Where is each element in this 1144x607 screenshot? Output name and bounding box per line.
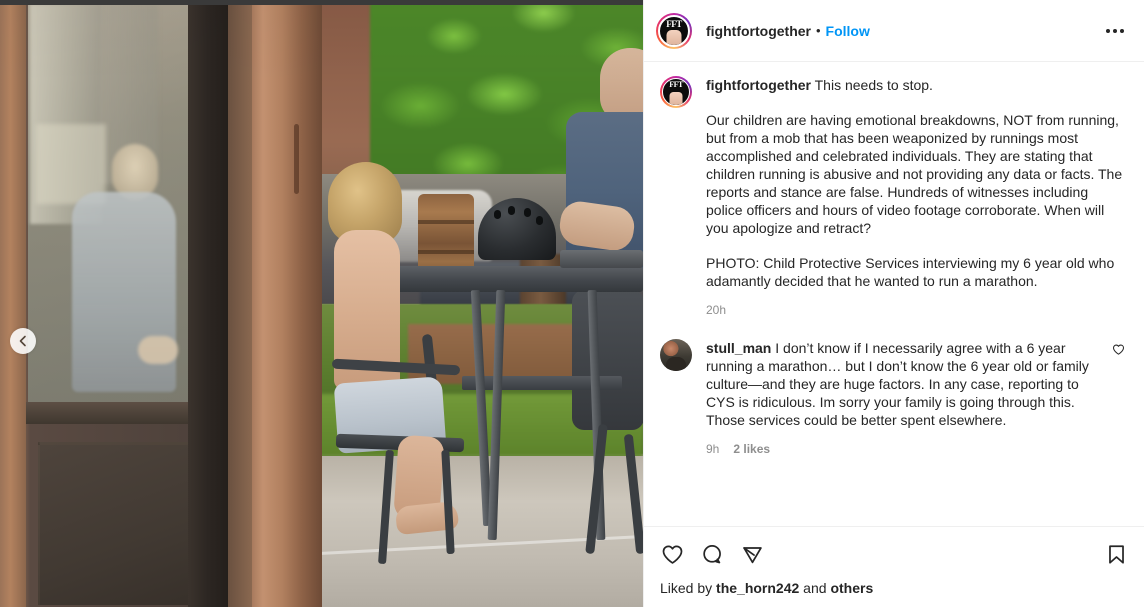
avatar-initials: FFT xyxy=(666,18,682,29)
author-row: fightfortogether • Follow xyxy=(706,23,1102,39)
media-top-strip xyxy=(0,0,643,5)
post-photo xyxy=(0,4,643,607)
liked-by-others[interactable]: others xyxy=(830,580,873,596)
caption-timestamp: 20h xyxy=(706,303,727,317)
speech-bubble-icon xyxy=(702,544,721,563)
caption-first-line: This needs to stop. xyxy=(814,77,933,93)
comment-like-button[interactable] xyxy=(1112,339,1128,458)
more-options-button[interactable] xyxy=(1102,18,1128,44)
post-caption: FFT fightfortogether This needs to stop.… xyxy=(660,76,1128,319)
photo-door-edge-lit xyxy=(228,4,252,607)
follow-button[interactable]: Follow xyxy=(826,23,870,39)
photo-adult-head xyxy=(600,48,643,122)
photo-adult-leg xyxy=(572,290,643,430)
save-button[interactable] xyxy=(1104,542,1128,566)
action-left-group xyxy=(660,542,1104,566)
dot xyxy=(1120,28,1124,33)
liked-by-middle: and xyxy=(799,580,831,596)
comments-scroll-area[interactable]: FFT fightfortogether This needs to stop.… xyxy=(644,62,1144,526)
heart-icon xyxy=(662,544,682,564)
caption-paragraph-2: Our children are having emotional breakd… xyxy=(706,112,1123,236)
comment-meta: 9h 2 likes xyxy=(706,440,1102,458)
liked-by-prefix: Liked by xyxy=(660,580,717,596)
caption-text-block: fightfortogether This needs to stop. Our… xyxy=(706,76,1128,319)
liked-by-username[interactable]: the_horn242 xyxy=(716,580,799,596)
caption-paragraph-3: PHOTO: Child Protective Services intervi… xyxy=(706,255,1115,289)
paper-plane-icon xyxy=(742,546,762,563)
separator-dot: • xyxy=(815,23,821,38)
photo-woman-through-glass xyxy=(60,144,178,394)
author-avatar[interactable]: FFT xyxy=(656,12,692,49)
share-button[interactable] xyxy=(740,542,764,566)
caption-paragraph-1: fightfortogether This needs to stop. xyxy=(706,76,1128,94)
dot xyxy=(1113,28,1117,33)
comment-likes-count[interactable]: 2 likes xyxy=(733,440,770,458)
post-actions: Liked by the_horn242 and others xyxy=(644,526,1144,607)
dot xyxy=(1106,28,1110,33)
liked-by-text: Liked by the_horn242 and others xyxy=(660,571,1128,607)
previous-media-button[interactable] xyxy=(10,328,36,354)
like-button[interactable] xyxy=(660,542,684,566)
post-details-panel: FFT fightfortogether • Follow FFT fightf… xyxy=(643,0,1144,607)
action-icon-row xyxy=(660,537,1128,571)
fist-icon xyxy=(666,29,682,45)
heart-icon xyxy=(1113,344,1124,355)
avatar-initials: FFT xyxy=(669,80,683,89)
comment-button[interactable] xyxy=(700,542,724,566)
post-media[interactable] xyxy=(0,0,643,607)
caption-meta: 20h xyxy=(706,301,1128,319)
author-username[interactable]: fightfortogether xyxy=(706,23,811,39)
bookmark-icon xyxy=(1108,544,1124,564)
comment-body: stull_man I don’t know if I necessarily … xyxy=(706,339,1102,429)
photo-door-frame xyxy=(250,4,322,607)
commenter-avatar[interactable] xyxy=(660,339,692,371)
photo-woman-hand xyxy=(138,336,178,364)
comment-text-block: stull_man I don’t know if I necessarily … xyxy=(706,339,1102,458)
fist-icon xyxy=(669,92,683,105)
caption-author-avatar[interactable]: FFT xyxy=(660,76,692,108)
photo-table-objects xyxy=(560,250,643,268)
photo-patio-table xyxy=(392,266,643,292)
caption-author-username[interactable]: fightfortogether xyxy=(706,77,811,93)
post-header: FFT fightfortogether • Follow xyxy=(644,0,1144,62)
comment-timestamp: 9h xyxy=(706,442,720,456)
commenter-username[interactable]: stull_man xyxy=(706,340,771,356)
photo-door-stile xyxy=(0,4,26,607)
chevron-left-icon xyxy=(19,335,26,347)
instagram-post: FFT fightfortogether • Follow FFT fightf… xyxy=(0,0,1144,607)
comment-item: stull_man I don’t know if I necessarily … xyxy=(660,339,1128,458)
photo-door-edge xyxy=(188,4,228,607)
